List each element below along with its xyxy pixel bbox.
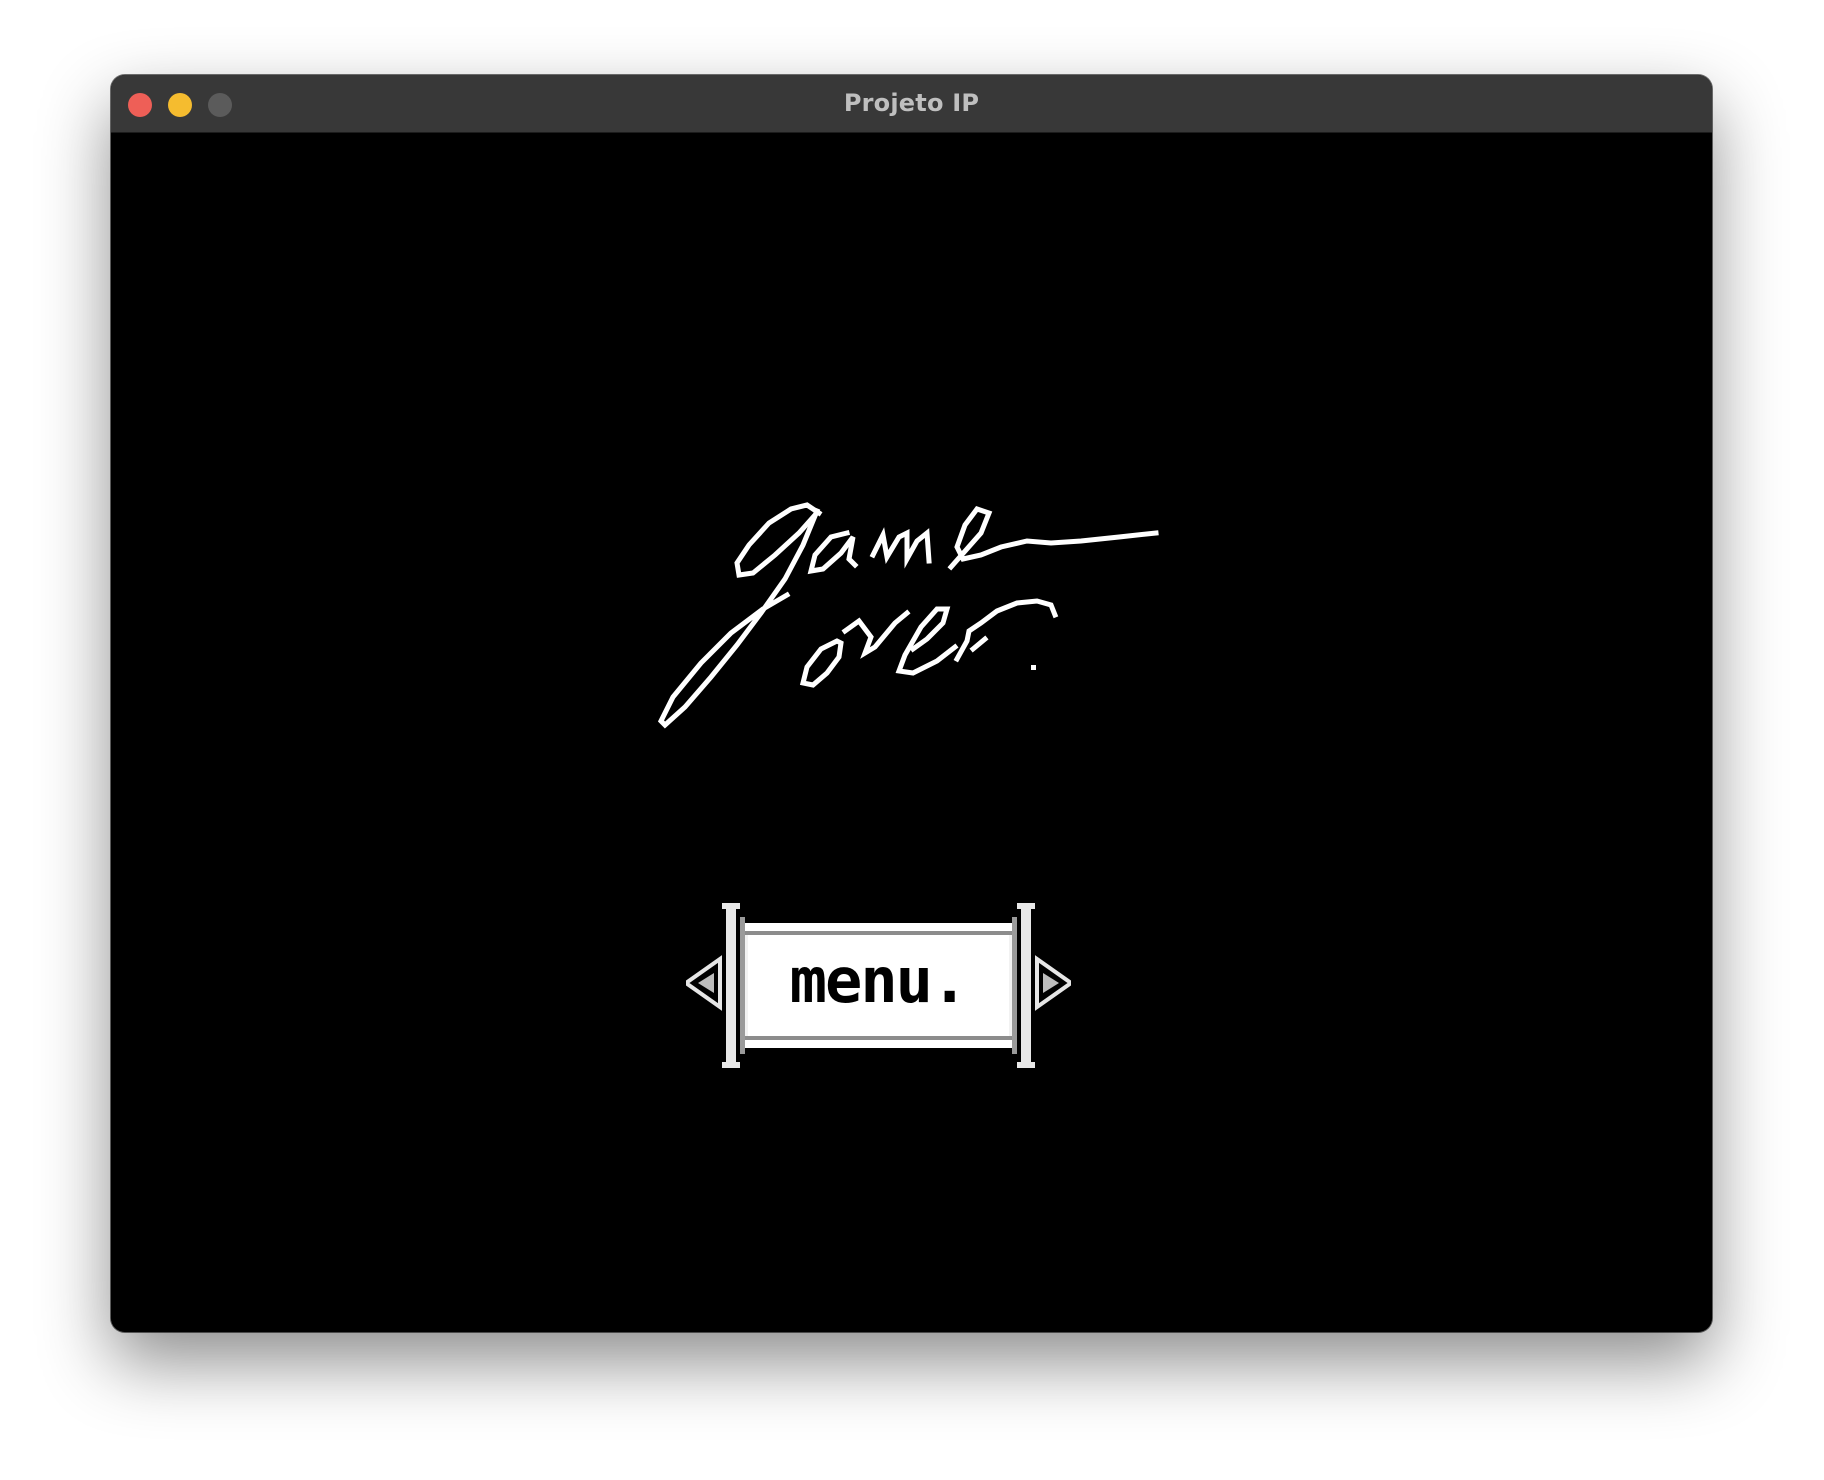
menu-button-label: menu. (789, 944, 969, 1017)
game-over-title-art (657, 502, 1159, 729)
game-canvas[interactable]: menu. (111, 133, 1712, 1332)
app-window: Projeto IP menu. (111, 75, 1712, 1332)
window-title: Projeto IP (843, 89, 980, 117)
title-bar[interactable]: Projeto IP (111, 75, 1712, 133)
menu-button[interactable]: menu. (686, 903, 1071, 1068)
